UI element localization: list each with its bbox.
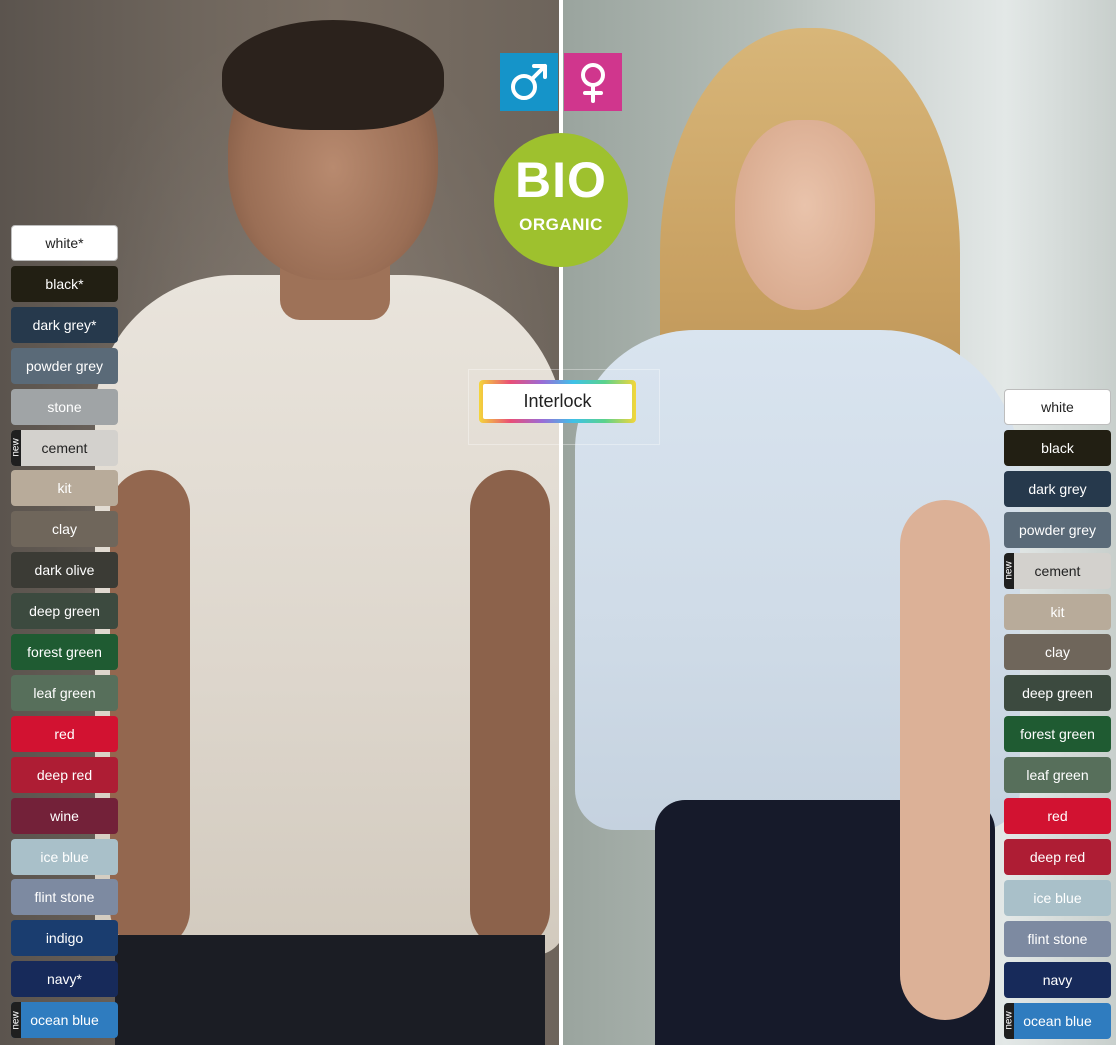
organic-label: ORGANIC bbox=[519, 215, 603, 234]
men-color-swatch[interactable]: flint stone bbox=[11, 879, 118, 916]
men-color-swatch[interactable]: deep red bbox=[11, 756, 118, 793]
men-color-swatch[interactable]: powder grey bbox=[11, 347, 118, 384]
women-color-swatch[interactable]: forest green bbox=[1004, 716, 1111, 753]
men-color-swatch[interactable]: new ocean blue bbox=[11, 1002, 118, 1039]
color-label: white bbox=[1041, 399, 1074, 415]
women-color-swatch[interactable]: deep green bbox=[1004, 675, 1111, 712]
women-color-swatch[interactable]: red bbox=[1004, 798, 1111, 834]
interlock-label: Interlock bbox=[483, 384, 632, 419]
men-color-swatch[interactable]: kit bbox=[11, 470, 118, 507]
men-color-swatch[interactable]: deep green bbox=[11, 593, 118, 630]
color-label: powder grey bbox=[1018, 521, 1097, 538]
women-color-swatch[interactable]: new cement bbox=[1004, 552, 1111, 589]
men-color-swatch[interactable]: navy* bbox=[11, 961, 118, 998]
color-label: navy bbox=[1042, 971, 1073, 988]
color-label: kit bbox=[57, 480, 72, 497]
women-color-swatch[interactable]: navy bbox=[1004, 961, 1111, 998]
women-color-swatch[interactable]: leaf green bbox=[1004, 757, 1111, 794]
color-label: red bbox=[54, 725, 75, 742]
men-color-swatch[interactable]: leaf green bbox=[11, 674, 118, 711]
color-label: flint stone bbox=[34, 889, 95, 906]
color-label: deep green bbox=[29, 603, 100, 620]
color-label: deep red bbox=[1029, 848, 1086, 865]
female-symbol-icon bbox=[564, 53, 622, 111]
men-color-swatch[interactable]: new cement bbox=[11, 429, 118, 466]
men-color-swatch[interactable]: clay bbox=[11, 511, 118, 548]
men-color-swatch[interactable]: forest green bbox=[11, 634, 118, 670]
color-label: red bbox=[1047, 808, 1068, 824]
men-pants bbox=[115, 935, 545, 1045]
interlock-badge: Interlock bbox=[479, 380, 636, 423]
women-arm bbox=[900, 500, 990, 1020]
women-color-swatch[interactable]: deep red bbox=[1004, 838, 1111, 875]
color-label: stone bbox=[47, 398, 82, 415]
color-label: flint stone bbox=[1027, 930, 1088, 947]
women-color-swatch[interactable]: powder grey bbox=[1004, 511, 1111, 548]
bio-label: BIO bbox=[515, 152, 607, 208]
color-label: dark olive bbox=[34, 562, 95, 579]
men-color-swatch[interactable]: ice blue bbox=[11, 838, 118, 875]
men-color-swatch[interactable]: red bbox=[11, 715, 118, 752]
men-color-swatch[interactable]: indigo bbox=[11, 920, 118, 957]
women-color-swatch[interactable]: ice blue bbox=[1004, 879, 1111, 916]
men-color-swatch[interactable]: white* bbox=[11, 225, 118, 261]
male-symbol-icon bbox=[500, 53, 558, 111]
color-label: wine bbox=[50, 807, 79, 824]
color-label: ice blue bbox=[1033, 889, 1082, 906]
color-label: clay bbox=[1045, 644, 1070, 661]
color-label: dark grey bbox=[1028, 480, 1087, 497]
new-tag: new bbox=[1004, 1002, 1015, 1039]
color-label: clay bbox=[52, 521, 77, 538]
color-label: kit bbox=[1050, 603, 1065, 620]
men-color-swatch[interactable]: dark olive bbox=[11, 552, 118, 589]
women-color-swatch[interactable]: flint stone bbox=[1004, 920, 1111, 957]
new-tag: new bbox=[11, 429, 22, 466]
men-right-arm bbox=[470, 470, 550, 950]
color-label: cement bbox=[1034, 562, 1081, 579]
color-label: cement bbox=[41, 439, 88, 456]
new-tag: new bbox=[1004, 552, 1015, 589]
color-label: black bbox=[1041, 439, 1074, 456]
color-label: leaf green bbox=[33, 684, 96, 701]
men-left-arm bbox=[110, 470, 190, 950]
color-label: deep green bbox=[1022, 685, 1093, 702]
color-label: navy* bbox=[46, 971, 83, 988]
color-label: indigo bbox=[45, 930, 84, 947]
color-label: ice blue bbox=[40, 848, 89, 865]
women-color-swatch[interactable]: clay bbox=[1004, 634, 1111, 671]
men-color-swatch[interactable]: dark grey* bbox=[11, 306, 118, 343]
color-label: white* bbox=[45, 235, 84, 251]
color-label: leaf green bbox=[1026, 767, 1089, 784]
color-label: dark grey* bbox=[32, 316, 97, 333]
men-color-swatch[interactable]: stone bbox=[11, 388, 118, 425]
women-color-swatch[interactable]: new ocean blue bbox=[1004, 1002, 1111, 1039]
color-label: forest green bbox=[1020, 726, 1095, 743]
women-color-swatch[interactable]: kit bbox=[1004, 593, 1111, 630]
color-label: black* bbox=[45, 275, 84, 292]
women-color-swatch[interactable]: dark grey bbox=[1004, 470, 1111, 507]
color-label: powder grey bbox=[25, 357, 104, 374]
new-tag: new bbox=[11, 1002, 22, 1039]
color-label: ocean blue bbox=[1023, 1012, 1092, 1029]
women-color-swatch[interactable]: black bbox=[1004, 429, 1111, 466]
men-color-swatch[interactable]: wine bbox=[11, 797, 118, 834]
women-face bbox=[735, 120, 875, 310]
men-hair bbox=[222, 20, 444, 130]
color-label: ocean blue bbox=[30, 1012, 99, 1029]
men-color-swatch[interactable]: black* bbox=[11, 265, 118, 302]
color-label: deep red bbox=[36, 766, 93, 783]
women-color-swatch[interactable]: white bbox=[1004, 389, 1111, 425]
color-label: forest green bbox=[27, 644, 102, 660]
bio-organic-badge: BIO ORGANIC bbox=[494, 133, 628, 267]
